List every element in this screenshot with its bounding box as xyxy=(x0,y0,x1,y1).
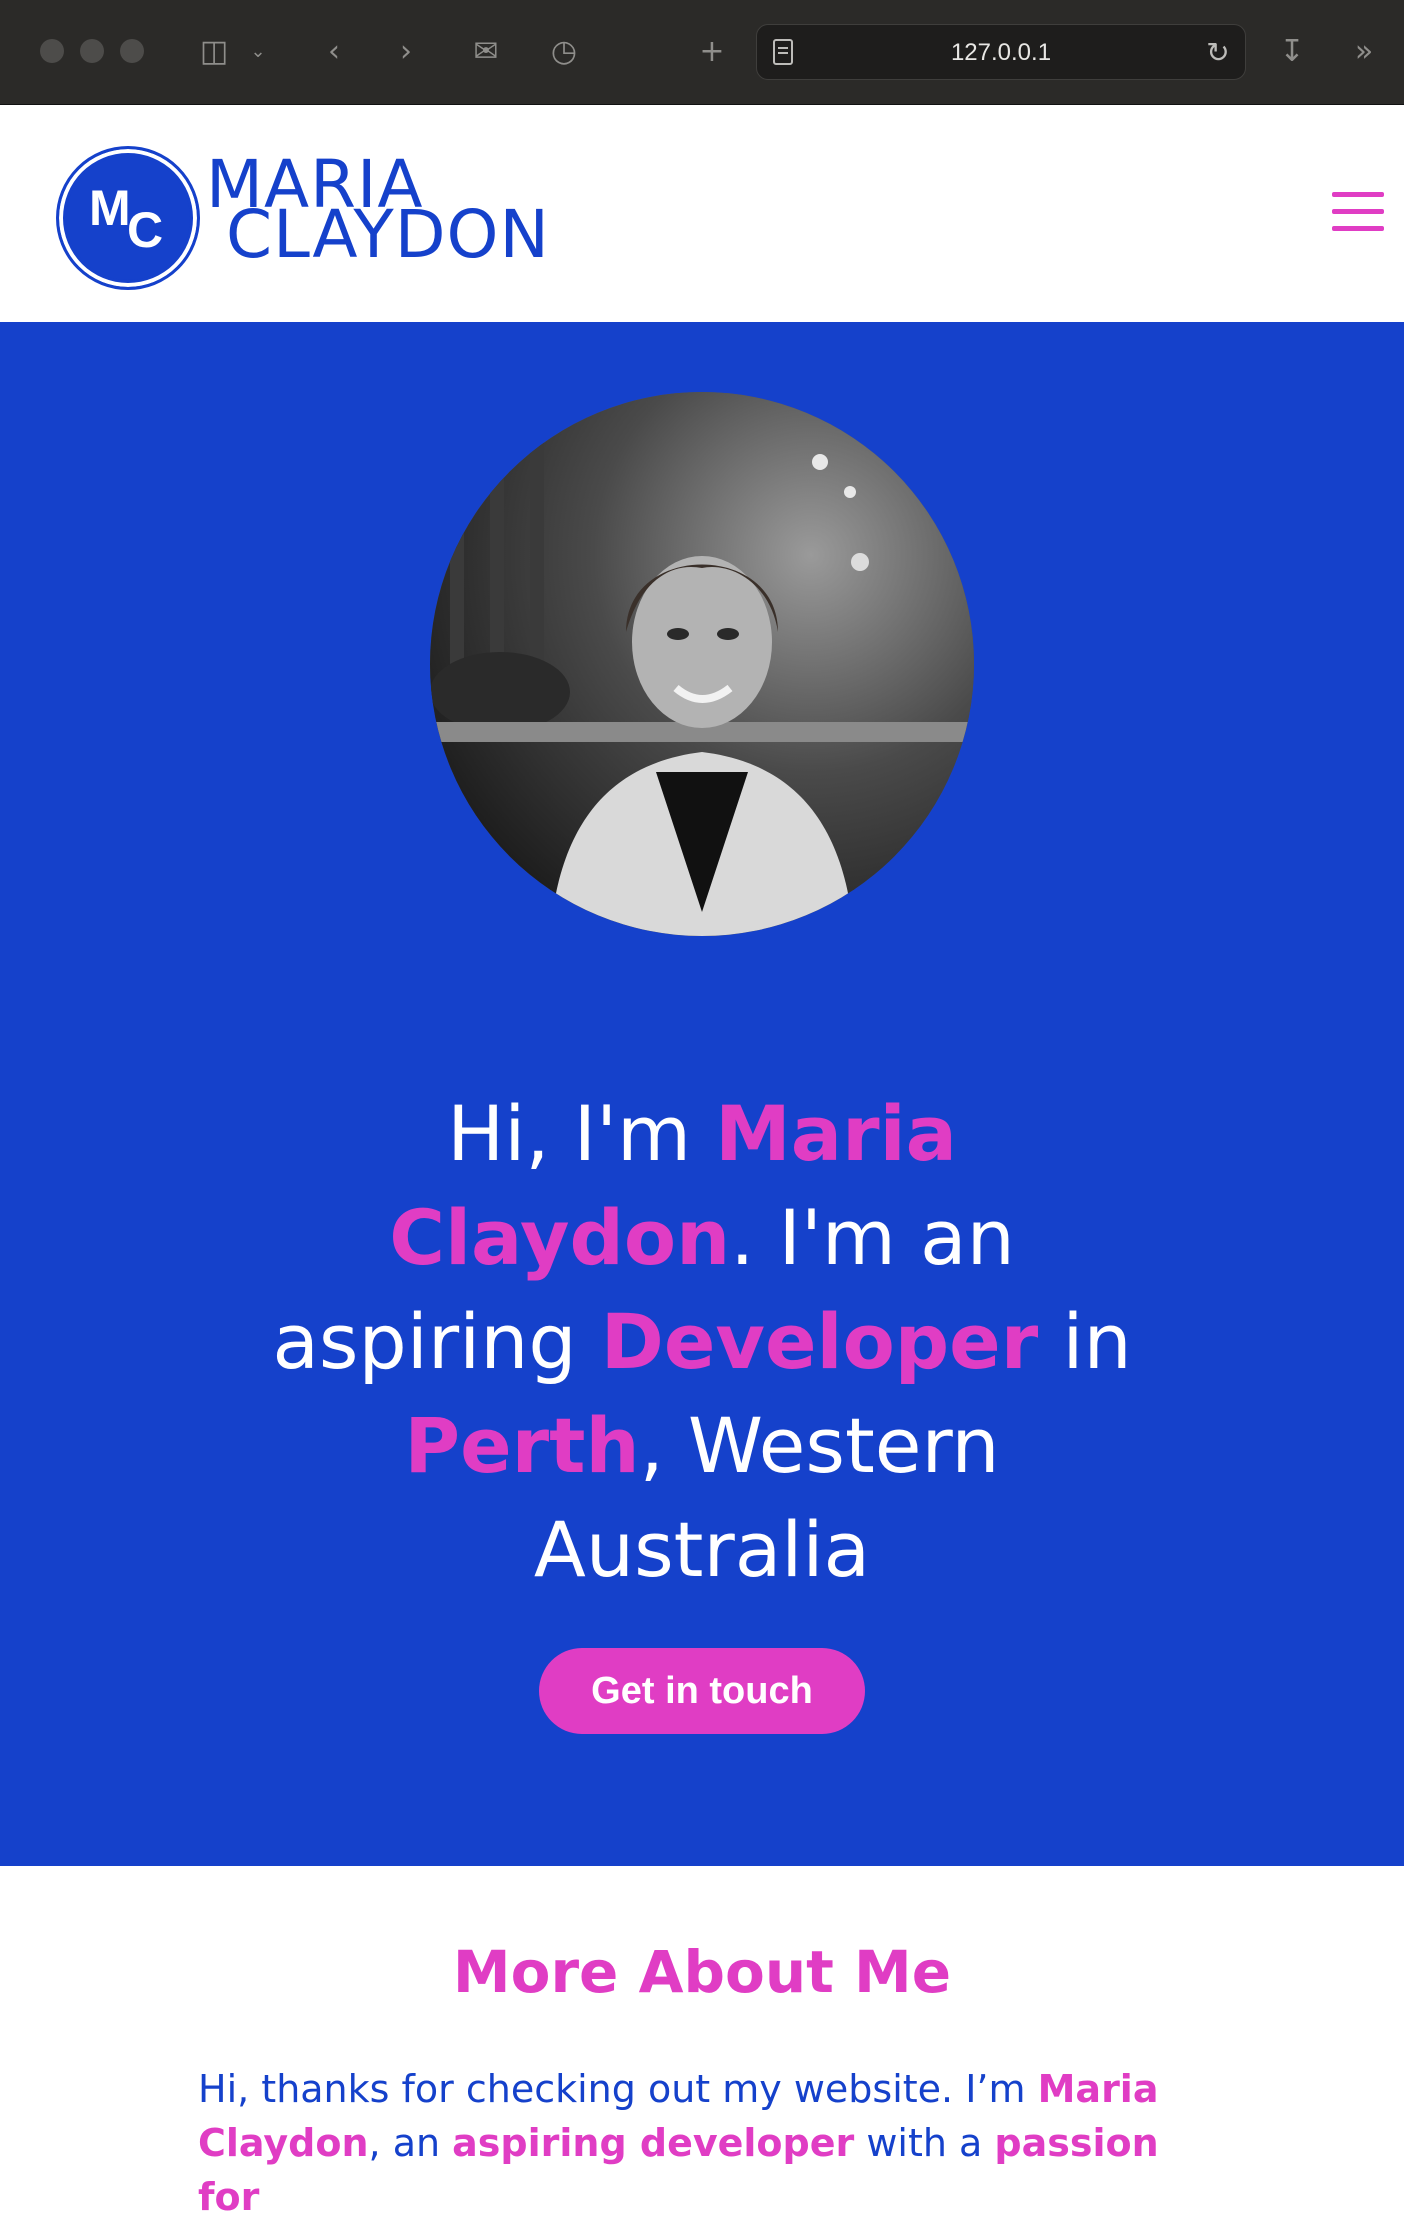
profile-photo xyxy=(430,392,974,936)
about-paragraph: Hi, thanks for checking out my website. … xyxy=(198,2062,1208,2224)
site-header: M C MARIA CLAYDON xyxy=(0,106,1404,322)
chevron-down-icon[interactable]: ⌄ xyxy=(246,30,270,74)
sidebar-icon[interactable]: ◫ xyxy=(192,30,236,74)
address-bar[interactable]: 127.0.0.1 ↻ xyxy=(756,24,1246,80)
new-tab-icon[interactable]: + xyxy=(690,30,734,74)
hero-text-in: in xyxy=(1038,1297,1132,1386)
hamburger-icon[interactable] xyxy=(1332,190,1384,234)
zoom-window-button[interactable] xyxy=(120,39,144,63)
reload-icon[interactable]: ↻ xyxy=(1203,31,1233,75)
about-title: More About Me xyxy=(452,1938,952,2006)
hero-section: Hi, I'm Maria Claydon. I'm an aspiring D… xyxy=(0,322,1404,1866)
about-text-intro: Hi, thanks for checking out my website. … xyxy=(198,2067,1038,2111)
overflow-icon[interactable]: » xyxy=(1342,30,1386,74)
about-text-with: with a xyxy=(854,2121,995,2165)
about-role: aspiring developer xyxy=(452,2121,855,2165)
forward-icon[interactable]: › xyxy=(384,30,428,74)
close-window-button[interactable] xyxy=(40,39,64,63)
get-in-touch-button[interactable]: Get in touch xyxy=(539,1648,865,1734)
about-text-an: , an xyxy=(368,2121,453,2165)
mail-icon[interactable]: ✉ xyxy=(464,30,508,74)
hero-role: Developer xyxy=(600,1297,1039,1386)
hero-text-intro: Hi, I'm xyxy=(447,1089,716,1178)
logo-initial-m: M xyxy=(89,180,131,236)
url-text: 127.0.0.1 xyxy=(950,39,1052,66)
minimize-window-button[interactable] xyxy=(80,39,104,63)
logo-badge: M C xyxy=(56,146,200,290)
logo-last-name: CLAYDON xyxy=(226,196,550,273)
download-icon[interactable]: ↧ xyxy=(1270,30,1314,74)
logo-initial-c: C xyxy=(127,202,164,258)
browser-toolbar: ◫ ⌄ ‹ › ✉ ◷ + 127.0.0.1 ↻ ↧ » xyxy=(0,0,1404,105)
hero-city: Perth xyxy=(404,1401,640,1490)
hero-headline: Hi, I'm Maria Claydon. I'm an aspiring D… xyxy=(252,1082,1152,1602)
back-icon[interactable]: ‹ xyxy=(312,30,356,74)
history-icon[interactable]: ◷ xyxy=(542,30,586,74)
